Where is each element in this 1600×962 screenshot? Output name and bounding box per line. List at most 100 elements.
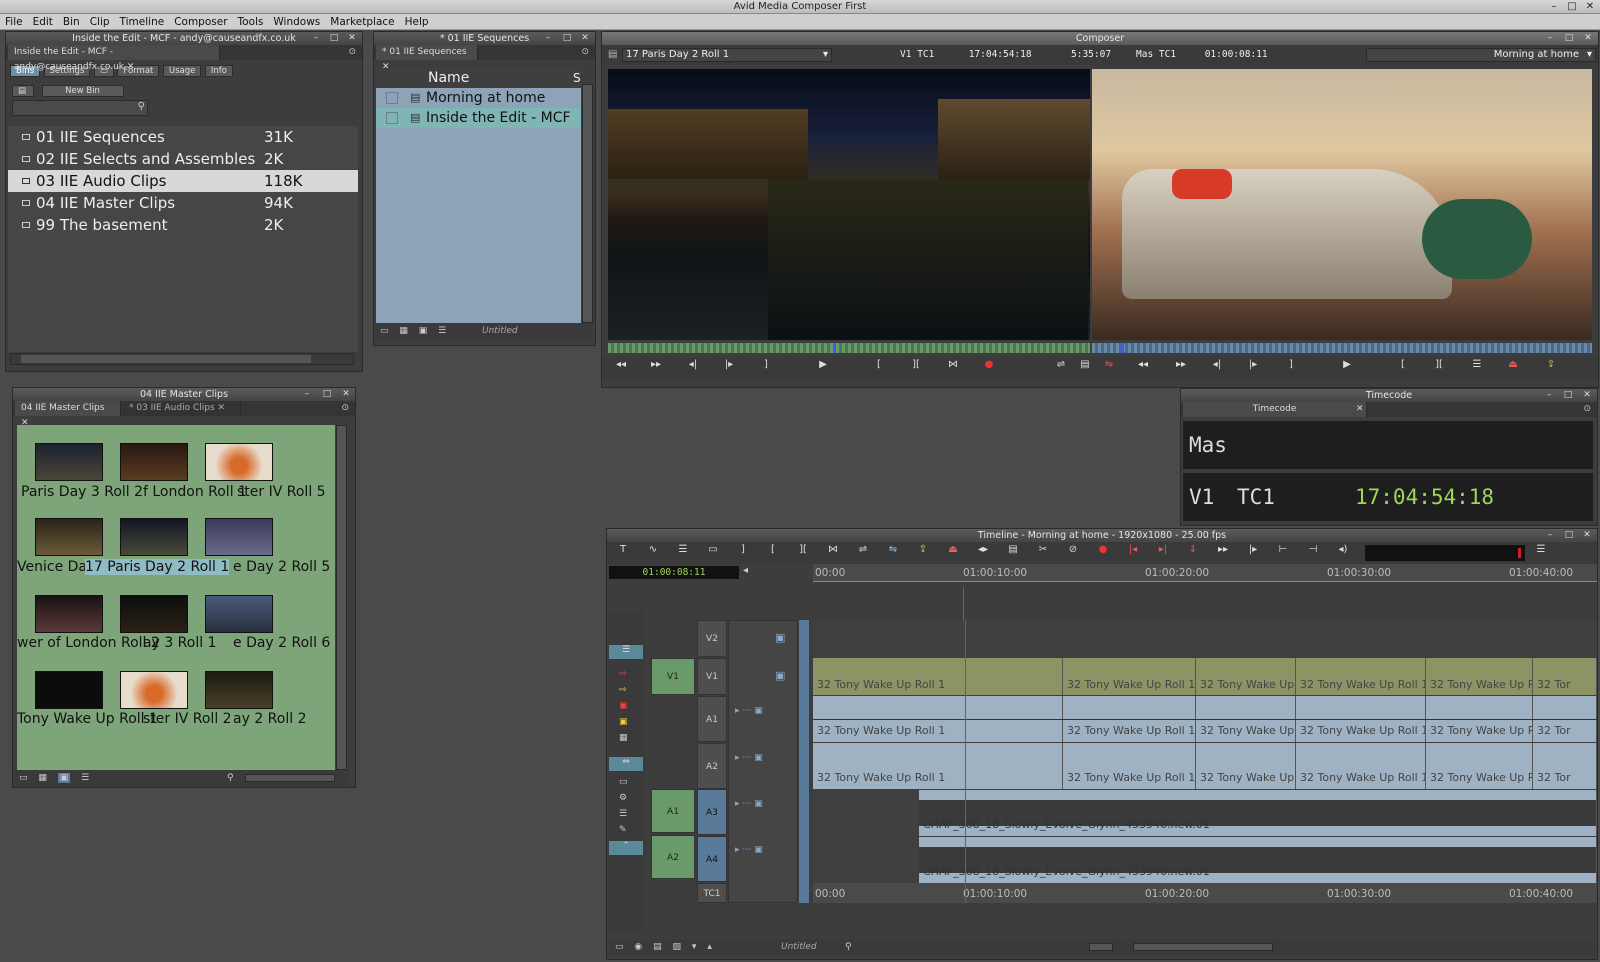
tab-menu-icon[interactable]: ⊙ <box>1583 402 1591 417</box>
clip-label[interactable]: Tony Wake Up Roll 1 <box>17 711 158 727</box>
mark-clip-icon[interactable]: ][ <box>791 542 815 558</box>
close-icon[interactable]: ✕ <box>344 32 360 45</box>
record-seq-menu[interactable]: Morning at home ▾ <box>1366 48 1596 62</box>
video-clip[interactable]: 32 Tony Wake Up Roll 1 <box>1063 658 1196 695</box>
waveform-icon[interactable]: ∿ <box>641 542 665 558</box>
timeline-position-tc[interactable]: 01:00:08:11 <box>609 566 739 579</box>
zoom-out-icon[interactable]: ▾ <box>692 942 697 952</box>
link-icon[interactable]: ▭ <box>619 777 628 787</box>
mark-in-icon[interactable]: [ <box>1394 357 1412 373</box>
tab-usage[interactable]: Usage <box>162 65 202 77</box>
text-tool-icon[interactable]: T <box>611 542 635 558</box>
frame-view-icon[interactable]: ▦ <box>399 326 408 336</box>
zoom-slider[interactable] <box>245 774 335 782</box>
video-clip[interactable]: 32 Tony Wake Up Roll 1 <box>813 658 1063 695</box>
video-clip[interactable]: 32 Tor <box>1533 658 1597 695</box>
play-icon[interactable]: ▶ <box>814 357 832 373</box>
audio-clips-tab[interactable]: * 03 IIE Audio Clips ✕ <box>123 401 241 416</box>
clip-label[interactable]: ay 3 Roll 1 <box>143 635 216 651</box>
close-icon[interactable]: ✕ <box>577 32 593 45</box>
clip-label[interactable]: Venice Day <box>17 559 95 575</box>
bin-item[interactable]: 03 IIE Audio Clips 118K <box>8 170 358 192</box>
timeline-zoom-slider[interactable] <box>1089 943 1113 951</box>
record-position-bar[interactable] <box>1092 343 1592 353</box>
timecode-row-1[interactable]: Mas <box>1183 421 1593 469</box>
red-tool-icon[interactable]: ▣ <box>619 701 628 711</box>
project-tab[interactable]: Inside the Edit - MCF - andy@causeandfx.… <box>8 45 220 72</box>
clip-label[interactable]: ster IV Roll 2 <box>143 711 232 727</box>
trim-mode-icon[interactable]: ◂▸ <box>971 542 995 558</box>
music-clip[interactable]: CHAP_368_18_Slowly_Evolve_Glynn_453946.n… <box>919 837 1597 883</box>
timeline-position-indicator[interactable] <box>965 620 966 903</box>
new-bin-button[interactable]: New Bin <box>41 85 124 97</box>
top-icon[interactable]: ⊢ <box>1271 542 1295 558</box>
trim-icon[interactable]: ☰ <box>1468 357 1486 373</box>
zoom-in-icon[interactable]: ▴ <box>707 942 712 952</box>
source-track-v1[interactable]: V1 <box>651 658 695 695</box>
seq-bin-tab[interactable]: * 01 IIE Sequences ✕ <box>376 45 478 72</box>
lift-icon[interactable]: ⇪ <box>911 542 935 558</box>
close-icon[interactable]: ✕ <box>1580 32 1596 45</box>
bin-view-name[interactable]: Untitled <box>482 323 518 339</box>
prev-edit-icon[interactable]: |▸ <box>1241 542 1265 558</box>
disable-icon[interactable]: ⊘ <box>1061 542 1085 558</box>
minimize-icon[interactable]: – <box>540 32 556 45</box>
mark-out-icon[interactable]: ] <box>1282 357 1300 373</box>
maximize-icon[interactable]: □ <box>1563 0 1581 14</box>
minimize-icon[interactable]: – <box>1541 389 1557 402</box>
audio-track-controls-icon[interactable]: ▸ ⋯ ▣ <box>735 706 763 716</box>
timeline-tracks[interactable]: 32 Tony Wake Up Roll 1 32 Tony Wake Up R… <box>813 620 1597 903</box>
clip-thumbnail[interactable] <box>120 671 188 709</box>
segment-mode-icon[interactable]: ▤ <box>1001 542 1025 558</box>
segment-icon[interactable]: ▭ <box>701 542 725 558</box>
menu-bin[interactable]: Bin <box>58 14 85 30</box>
record-track-a1[interactable]: A1 <box>697 696 727 742</box>
minimize-icon[interactable]: – <box>299 388 315 401</box>
maximize-icon[interactable]: □ <box>1560 389 1576 402</box>
menu-help[interactable]: Help <box>400 14 434 30</box>
record-track-v1[interactable]: V1 <box>697 658 727 695</box>
clip-thumbnail[interactable] <box>205 443 273 481</box>
clip-thumbnail[interactable] <box>120 443 188 481</box>
color-icon[interactable]: ▨ <box>673 942 682 952</box>
clip-thumbnail[interactable] <box>120 518 188 556</box>
clip-label[interactable]: Paris Day 3 Roll 2 <box>21 484 143 500</box>
close-icon[interactable]: ✕ <box>1579 529 1595 542</box>
audio-clip[interactable]: 32 Tony Wake Up <box>1196 743 1296 789</box>
next-edit-icon[interactable]: ▸▸ <box>1211 542 1235 558</box>
source-track-a2[interactable]: A2 <box>651 835 695 879</box>
chevron-left-icon[interactable]: ◂ <box>743 565 748 576</box>
minimize-icon[interactable]: – <box>308 32 324 45</box>
tail-icon[interactable]: ⊣ <box>1301 542 1325 558</box>
list-view-icon[interactable]: ▭ <box>380 326 389 336</box>
checkbox[interactable] <box>386 112 398 124</box>
step-forward-icon[interactable]: |▸ <box>720 357 738 373</box>
clip-label[interactable]: f London Roll 1 <box>143 484 247 500</box>
source-clip-menu[interactable]: 17 Paris Day 2 Roll 1 ▾ <box>622 48 832 62</box>
mark-clip-icon[interactable]: ][ <box>1430 357 1448 373</box>
track-selector-strip[interactable] <box>799 620 809 903</box>
step-back-icon[interactable]: ◂| <box>684 357 702 373</box>
clip-label[interactable]: e Day 2 Roll 5 <box>233 559 330 575</box>
lift-icon[interactable]: ⇋ <box>1100 357 1118 373</box>
clip-thumbnail[interactable] <box>35 671 103 709</box>
rewind-icon[interactable]: ◂◂ <box>612 357 630 373</box>
source-track-a1[interactable]: A1 <box>651 789 695 833</box>
bin-search-input[interactable]: ⚲ <box>12 100 148 116</box>
yellow-tool-icon[interactable]: ▣ <box>619 717 628 727</box>
clip-thumbnail[interactable] <box>35 518 103 556</box>
display-icon[interactable]: ▤ <box>653 942 662 952</box>
music-clip[interactable]: CHAP_368_18_Slowly_Evolve_Glynn_453946.n… <box>919 790 1597 836</box>
bin-item[interactable]: 01 IIE Sequences 31K <box>8 126 358 148</box>
maximize-icon[interactable]: □ <box>326 32 342 45</box>
pen-icon[interactable]: ✎ <box>619 825 627 835</box>
text-view-icon[interactable]: ☰ <box>81 773 89 783</box>
source-position-indicator[interactable] <box>834 343 836 353</box>
step-back-icon[interactable]: ◂| <box>1208 357 1226 373</box>
record-track-tc1[interactable]: TC1 <box>697 883 727 903</box>
menu-edit[interactable]: Edit <box>28 14 58 30</box>
clip-thumbnail[interactable] <box>205 671 273 709</box>
menu-clip[interactable]: Clip <box>85 14 115 30</box>
timeline-view-name[interactable]: Untitled <box>781 939 817 955</box>
checkbox[interactable] <box>386 92 398 104</box>
